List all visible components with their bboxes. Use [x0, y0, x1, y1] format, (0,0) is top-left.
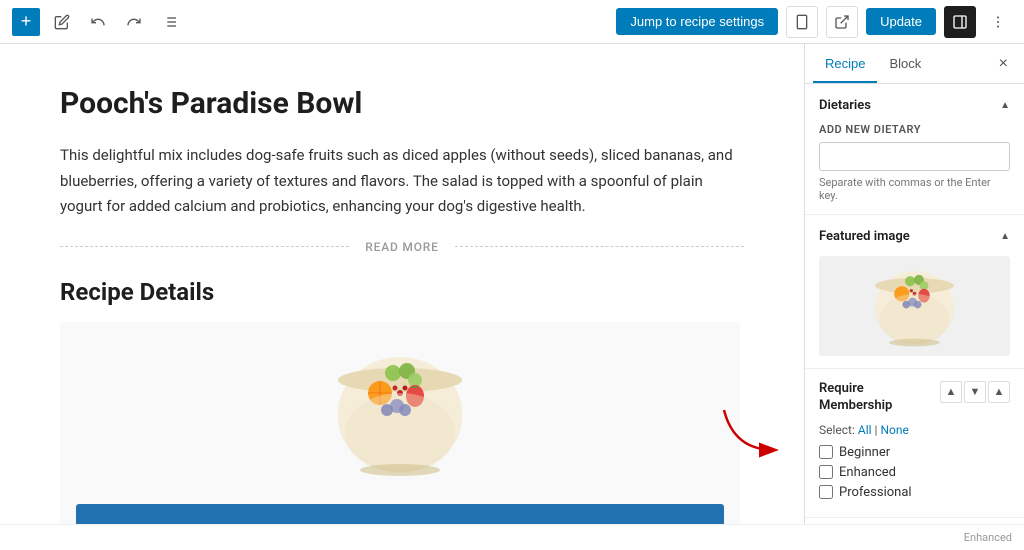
main-layout: Pooch's Paradise Bowl This delightful mi… — [0, 44, 1024, 524]
featured-image-header[interactable]: Featured image ▲ — [819, 227, 1010, 246]
featured-image-title: Featured image — [819, 229, 910, 244]
membership-beginner-row: Beginner — [819, 445, 1010, 460]
select-all-link[interactable]: All — [858, 423, 872, 437]
dietaries-section-header[interactable]: Dietaries ▲ — [819, 96, 1010, 115]
blue-bar — [76, 504, 724, 525]
status-bar: Enhanced — [0, 524, 1024, 550]
list-view-button[interactable] — [156, 8, 184, 36]
select-row: Select: All | None — [819, 423, 1010, 437]
dietary-hint: Separate with commas or the Enter key. — [819, 176, 1010, 202]
select-label: Select: — [819, 423, 855, 437]
edit-tool-button[interactable] — [48, 8, 76, 36]
recipe-bowl-image — [325, 338, 475, 488]
dietaries-section: Dietaries ▲ ADD NEW DIETARY Separate wit… — [805, 84, 1024, 215]
membership-move-up-btn[interactable]: ▲ — [988, 381, 1010, 403]
membership-collapse-btn[interactable]: ▲ — [940, 381, 962, 403]
tab-recipe[interactable]: Recipe — [813, 44, 877, 83]
section-title[interactable]: Recipe Details — [60, 278, 744, 306]
membership-controls: ▲ ▼ ▲ — [940, 381, 1010, 403]
more-options-button[interactable] — [984, 8, 1012, 36]
enhanced-checkbox[interactable] — [819, 465, 833, 479]
tab-block[interactable]: Block — [877, 44, 933, 83]
dietaries-chevron: ▲ — [1000, 100, 1010, 111]
read-more-text[interactable]: READ MORE — [365, 240, 438, 254]
divider-line-right — [455, 246, 744, 247]
featured-image-chevron: ▲ — [1000, 231, 1010, 242]
dietary-input[interactable] — [819, 142, 1010, 171]
professional-checkbox[interactable] — [819, 485, 833, 499]
select-none-link[interactable]: None — [880, 423, 908, 437]
status-label: Enhanced — [964, 531, 1012, 544]
close-sidebar-button[interactable]: × — [991, 47, 1016, 81]
redo-button[interactable] — [120, 8, 148, 36]
featured-image-section: Featured image ▲ — [805, 215, 1024, 369]
add-block-button[interactable]: + — [12, 8, 40, 36]
post-title[interactable]: Pooch's Paradise Bowl — [60, 84, 744, 123]
dietaries-title: Dietaries — [819, 98, 871, 113]
read-more-divider: READ MORE — [60, 240, 744, 254]
divider-line-left — [60, 246, 349, 247]
toolbar-right: Jump to recipe settings Update — [616, 6, 1012, 38]
toolbar-left: + — [12, 8, 608, 36]
recipe-image-container — [76, 338, 724, 488]
beginner-label[interactable]: Beginner — [839, 445, 890, 460]
beginner-checkbox[interactable] — [819, 445, 833, 459]
update-button[interactable]: Update — [866, 8, 936, 35]
toolbar: + Jump to recipe settings Update — [0, 0, 1024, 44]
undo-button[interactable] — [84, 8, 112, 36]
membership-professional-row: Professional — [819, 485, 1010, 500]
sidebar: Recipe Block × Dietaries ▲ ADD NEW DIETA… — [804, 44, 1024, 524]
membership-header: Require Membership ▲ ▼ ▲ — [819, 381, 1010, 415]
featured-image-container[interactable] — [819, 256, 1010, 356]
editor-area: Pooch's Paradise Bowl This delightful mi… — [0, 44, 804, 524]
membership-title: Require Membership — [819, 381, 940, 415]
require-membership-section: Require Membership ▲ ▼ ▲ Select: All | N… — [805, 369, 1024, 518]
membership-enhanced-row: Enhanced — [819, 465, 1010, 480]
preview-tablet-button[interactable] — [786, 6, 818, 38]
enhanced-label[interactable]: Enhanced — [839, 465, 896, 480]
recipe-details-box — [60, 322, 740, 525]
jump-to-recipe-button[interactable]: Jump to recipe settings — [616, 8, 778, 35]
professional-label[interactable]: Professional — [839, 485, 912, 500]
sidebar-tabs: Recipe Block × — [805, 44, 1024, 84]
dietary-label: ADD NEW DIETARY — [819, 123, 1010, 136]
sidebar-toggle-button[interactable] — [944, 6, 976, 38]
post-content[interactable]: This delightful mix includes dog-safe fr… — [60, 143, 740, 220]
featured-image-bowl — [867, 259, 962, 354]
membership-move-down-btn[interactable]: ▼ — [964, 381, 986, 403]
view-post-button[interactable] — [826, 6, 858, 38]
